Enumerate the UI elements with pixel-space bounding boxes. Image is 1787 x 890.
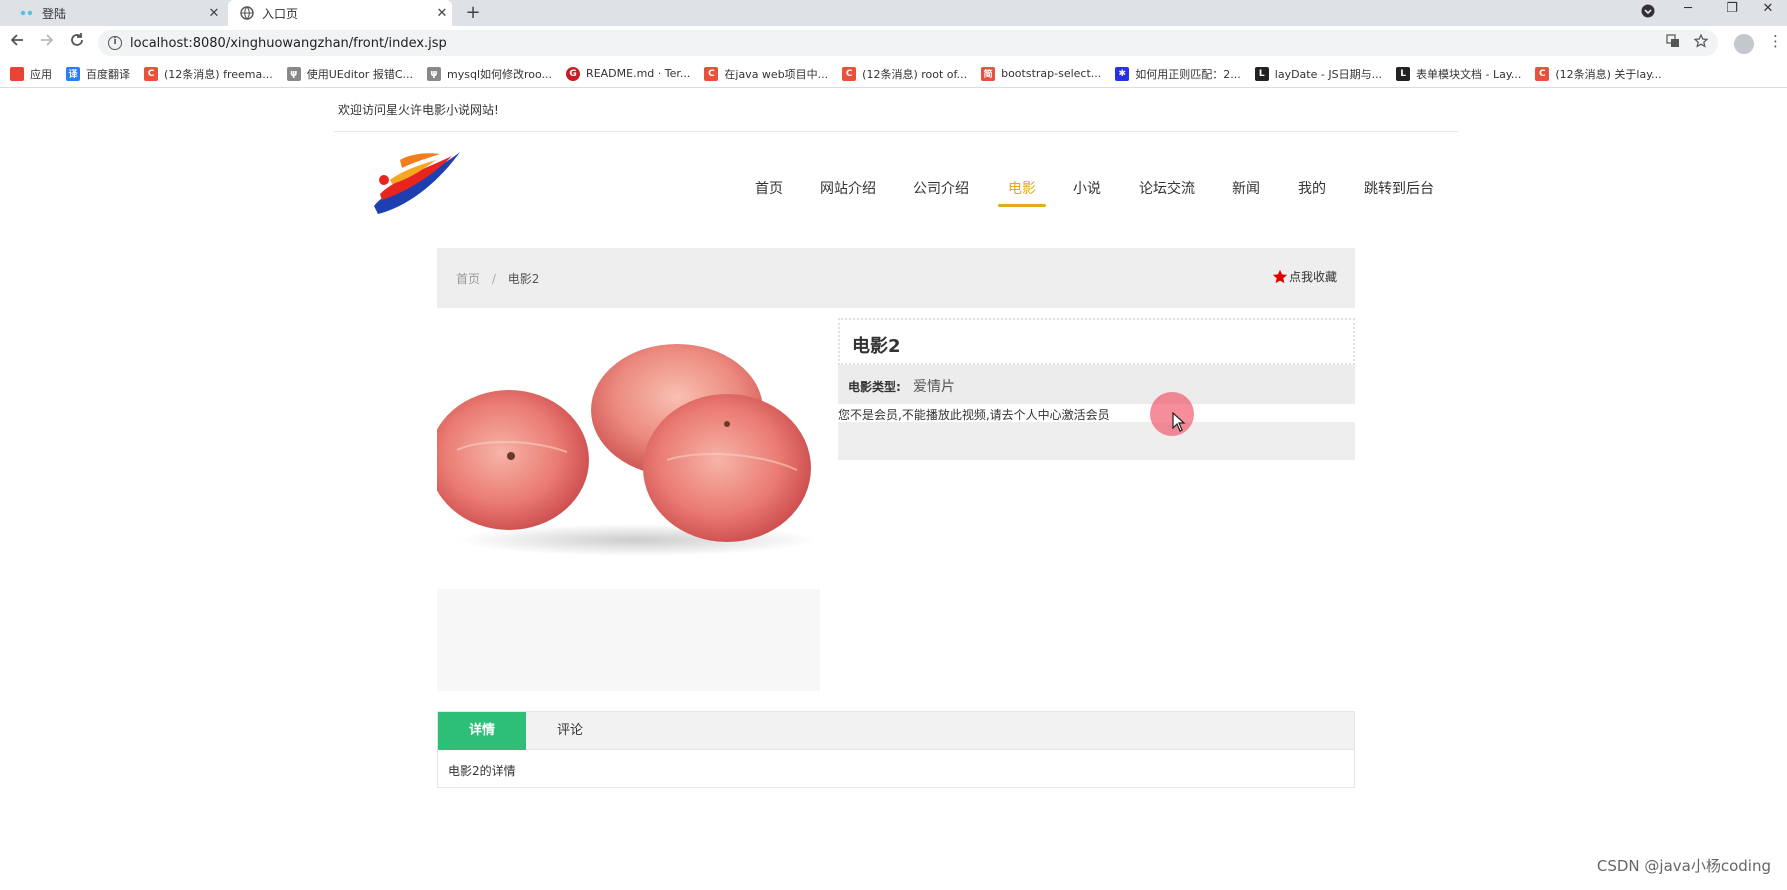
url-text: localhost:8080/xinghuowangzhan/front/ind… — [130, 35, 447, 51]
breadcrumb-current: 电影2 — [507, 272, 540, 286]
breadcrumb-path: 首页 / 电影2 — [456, 270, 539, 287]
tab-content-text: 电影2的详情 — [448, 764, 516, 778]
baidu-favicon-icon: ✱ — [1115, 66, 1130, 81]
close-icon[interactable]: ✕ — [204, 6, 224, 21]
browser-tabstrip: 登陆 ✕ 入口页 ✕ + ─ ❐ ✕ — [0, 0, 1787, 26]
bookmark-item[interactable]: C (12条消息) freema... — [144, 66, 273, 82]
breadcrumb: 首页 / 电影2 点我收藏 — [437, 248, 1355, 308]
close-icon[interactable]: ✕ — [432, 6, 452, 21]
gitee-favicon-icon: G — [566, 66, 581, 81]
movie-title-box: 电影2 — [838, 318, 1355, 365]
new-tab-button[interactable]: + — [462, 0, 484, 26]
translate-favicon-icon: 译 — [66, 66, 80, 81]
globe-icon — [240, 6, 254, 20]
bookmarks-bar: 应用 译百度翻译 C (12条消息) freema... ψ 使用UEditor 报… — [0, 60, 1787, 88]
translate-icon[interactable] — [1662, 34, 1684, 52]
welcome-text: 欢迎访问星火许电影小说网站! — [338, 103, 499, 117]
reload-icon[interactable] — [64, 30, 90, 56]
tab-details[interactable]: 详情 — [438, 712, 526, 750]
profile-avatar-icon[interactable] — [1734, 34, 1754, 54]
dots-favicon-icon — [20, 6, 34, 20]
mouse-cursor-icon — [1172, 412, 1186, 432]
address-bar[interactable]: i localhost:8080/xinghuowangzhan/front/i… — [98, 30, 1718, 56]
nav-site-intro[interactable]: 网站介绍 — [820, 178, 876, 208]
csdn-favicon-icon: C — [842, 66, 857, 81]
tab-search-icon[interactable] — [1628, 4, 1668, 24]
forward-arrow-icon[interactable] — [34, 30, 60, 56]
csdn-favicon-icon: C — [144, 66, 158, 81]
bookmark-item[interactable]: C (12条消息) 关于lay... — [1535, 66, 1662, 82]
nav-home[interactable]: 首页 — [755, 178, 783, 208]
site-favicon-icon: ψ — [427, 66, 441, 81]
bookmark-item[interactable]: 应用 — [10, 66, 52, 82]
player-placeholder — [838, 422, 1355, 460]
bookmark-item[interactable]: G README.md · Ter... — [566, 66, 690, 81]
browser-tab-entry[interactable]: 入口页 ✕ — [228, 0, 452, 26]
bookmark-item[interactable]: L 表单模块文档 - Lay... — [1396, 66, 1521, 82]
browser-tab-title: 入口页 — [262, 6, 299, 21]
star-icon — [1272, 269, 1288, 283]
layui-favicon-icon: L — [1254, 66, 1269, 81]
site-logo[interactable] — [370, 146, 462, 216]
nav-company-intro[interactable]: 公司介绍 — [913, 178, 969, 208]
bookmark-item[interactable]: ✱ 如何用正则匹配：2... — [1115, 66, 1241, 82]
bookmark-item[interactable]: ψ 使用UEditor 报错C... — [286, 66, 413, 82]
browser-tab-login[interactable]: 登陆 ✕ — [8, 0, 224, 26]
movie-type-row: 电影类型: 爱情片 — [838, 365, 1355, 404]
header-divider — [334, 131, 1458, 132]
movie-title: 电影2 — [852, 336, 901, 357]
jianshu-favicon-icon: 简 — [981, 66, 996, 81]
bookmark-item[interactable]: ψ mysql如何修改roo... — [427, 66, 552, 82]
window-close-button[interactable]: ✕ — [1752, 0, 1784, 20]
layui-favicon-icon: L — [1396, 66, 1411, 81]
nav-forum[interactable]: 论坛交流 — [1139, 178, 1195, 208]
restore-button[interactable]: ❐ — [1712, 0, 1752, 20]
bookmark-item[interactable]: LlayDate - JS日期与... — [1254, 66, 1382, 82]
movie-type-label: 电影类型: — [848, 380, 901, 394]
movie-poster-image — [429, 320, 820, 570]
menu-icon[interactable]: ⋮ — [1768, 32, 1783, 50]
bookmark-star-icon[interactable] — [1690, 33, 1712, 52]
bookmark-item[interactable]: C 在java web项目中... — [704, 66, 828, 82]
favorite-button[interactable]: 点我收藏 — [1272, 268, 1337, 285]
watermark: CSDN @java小杨coding — [1596, 857, 1771, 875]
nav-news[interactable]: 新闻 — [1232, 178, 1260, 208]
back-arrow-icon[interactable] — [4, 30, 30, 56]
nav-mine[interactable]: 我的 — [1298, 178, 1326, 208]
nav-novels[interactable]: 小说 — [1073, 178, 1101, 208]
movie-type-value: 爱情片 — [913, 379, 955, 395]
bookmark-item[interactable]: C (12条消息) root of... — [842, 66, 967, 82]
breadcrumb-separator: / — [491, 272, 496, 286]
thumbnail-area — [437, 589, 820, 691]
csdn-favicon-icon: C — [704, 66, 719, 81]
tab-comments[interactable]: 评论 — [526, 712, 614, 750]
apps-grid-icon — [10, 66, 24, 81]
nav-admin[interactable]: 跳转到后台 — [1364, 178, 1434, 208]
info-icon[interactable]: i — [108, 36, 122, 50]
bookmark-item[interactable]: 简 bootstrap-select... — [981, 66, 1101, 81]
bookmark-item[interactable]: 译百度翻译 — [66, 66, 130, 82]
browser-tab-title: 登陆 — [42, 6, 67, 21]
tabs-header: 详情 评论 — [438, 712, 1354, 750]
nav-active-indicator — [998, 204, 1046, 207]
breadcrumb-home[interactable]: 首页 — [456, 272, 480, 286]
browser-toolbar: i localhost:8080/xinghuowangzhan/front/i… — [0, 26, 1787, 60]
site-favicon-icon: ψ — [286, 66, 301, 81]
detail-tabs: 详情 评论 电影2的详情 — [437, 711, 1355, 788]
membership-notice: 您不是会员,不能播放此视频,请去个人中心激活会员 — [838, 408, 1110, 422]
csdn-favicon-icon: C — [1535, 66, 1550, 81]
favorite-label: 点我收藏 — [1288, 270, 1337, 284]
minimize-button[interactable]: ─ — [1668, 0, 1708, 20]
